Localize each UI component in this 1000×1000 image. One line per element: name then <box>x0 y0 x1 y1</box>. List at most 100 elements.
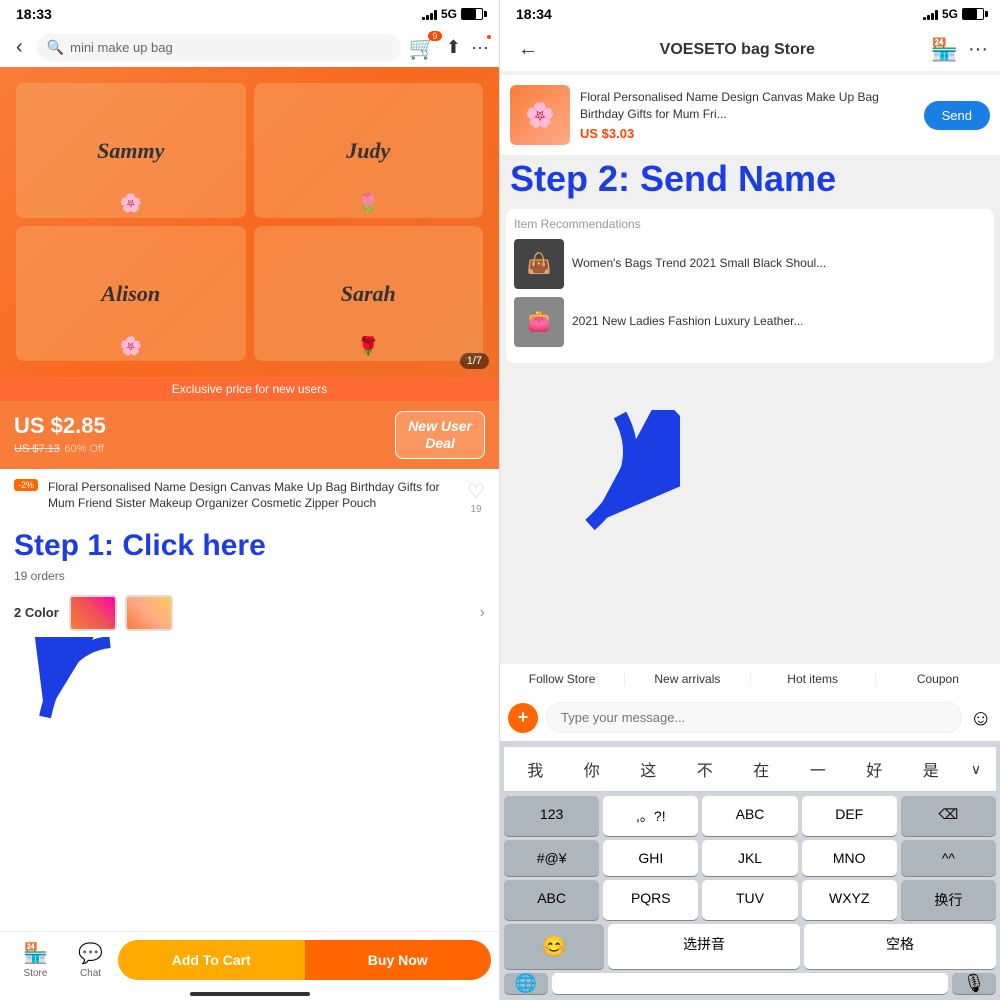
product-card-title: Floral Personalised Name Design Canvas M… <box>580 89 914 123</box>
key-def[interactable]: DEF <box>802 796 897 836</box>
product-info: -2% Floral Personalised Name Design Canv… <box>0 469 499 525</box>
key-wxyz[interactable]: WXYZ <box>802 880 897 920</box>
keyboard-row-2: #@¥ GHI JKL MNO ^^ <box>504 840 996 876</box>
rec-header: Item Recommendations <box>514 217 986 231</box>
store-icon: 🏪 <box>23 941 48 966</box>
cart-badge: 9 <box>428 31 442 41</box>
new-arrivals-tab[interactable]: New arrivals <box>625 672 750 686</box>
rec-item-1[interactable]: 👜 Women's Bags Trend 2021 Small Black Sh… <box>514 239 986 289</box>
quick-char-wo[interactable]: 我 <box>508 753 563 785</box>
store-icon-right[interactable]: 🏪 <box>931 37 958 63</box>
quick-chars-row: 我 你 这 不 在 一 好 是 ∨ <box>504 747 996 792</box>
right-panel: 18:34 5G ← VOESETO bag Store 🏪 ··· 🌸 Flo… <box>500 0 1000 1000</box>
rec-thumb-2: 👛 <box>514 297 564 347</box>
key-abc[interactable]: ABC <box>702 796 797 836</box>
step1-label: Step 1: Click here <box>0 525 499 563</box>
message-input[interactable] <box>546 702 962 733</box>
quick-char-ni[interactable]: 你 <box>565 753 620 785</box>
key-punct[interactable]: ,。?! <box>603 796 698 836</box>
emoji-button[interactable]: ☺ <box>970 705 992 731</box>
delete-key[interactable]: ⌫ <box>901 796 996 836</box>
color-swatch-2[interactable] <box>125 595 173 631</box>
search-bar[interactable]: 🔍 mini make up bag <box>37 34 401 61</box>
wishlist-button[interactable]: ♡ 19 <box>467 479 485 515</box>
quick-char-bu[interactable]: 不 <box>678 753 733 785</box>
left-panel: 18:33 5G ‹ 🔍 mini make up bag 🛒 9 ⬆ ··· <box>0 0 500 1000</box>
original-price: US $7.13 <box>14 443 60 455</box>
colors-label: 2 Color <box>14 605 59 620</box>
key-huanxing[interactable]: 换行 <box>901 880 996 920</box>
network-type: 5G <box>441 7 457 21</box>
left-time: 18:33 <box>16 6 52 22</box>
discount-badge: 60% Off <box>64 443 104 455</box>
key-caret[interactable]: ^^ <box>901 840 996 876</box>
add-to-cart-button[interactable]: Add To Cart <box>118 940 305 980</box>
step2-label: Step 2: Send Name <box>500 155 1000 203</box>
keyboard-rows: 123 ,。?! ABC DEF ⌫ #@¥ GHI JKL MNO ^^ AB… <box>504 796 996 969</box>
rec-item-2[interactable]: 👛 2021 New Ladies Fashion Luxury Leather… <box>514 297 986 347</box>
more-button-right[interactable]: ··· <box>968 38 988 61</box>
wishlist-count: 19 <box>470 504 481 515</box>
store-nav-item[interactable]: 🏪 Store <box>8 933 63 987</box>
bag-item-1: Sammy 🌸 <box>16 83 246 218</box>
bottom-nav: 🏪 Store 💬 Chat Add To Cart Buy Now <box>0 932 499 988</box>
right-network-type: 5G <box>942 7 958 21</box>
battery-icon <box>461 8 483 20</box>
right-back-button[interactable]: ← <box>512 36 544 63</box>
colors-section[interactable]: 2 Color › <box>0 589 499 637</box>
quick-char-shi[interactable]: 是 <box>904 753 959 785</box>
image-counter: 1/7 <box>460 353 489 369</box>
key-123[interactable]: 123 <box>504 796 599 836</box>
send-button[interactable]: Send <box>924 101 990 130</box>
keyboard-space-bottom[interactable] <box>552 973 948 994</box>
price-section: US $2.85 US $7.13 60% Off New UserDeal <box>0 401 499 469</box>
key-space[interactable]: 空格 <box>804 924 996 969</box>
quick-char-zhe[interactable]: 这 <box>621 753 676 785</box>
exclusive-bar: Exclusive price for new users <box>0 377 499 401</box>
right-status-bar: 18:34 5G <box>500 0 1000 28</box>
key-pqrs[interactable]: PQRS <box>603 880 698 920</box>
product-image-area: Sammy 🌸 Judy 🌷 Alison 🌸 Sarah 🌹 1/7 <box>0 67 499 377</box>
right-signal-bars <box>923 8 938 20</box>
key-abc-dark[interactable]: ABC <box>504 880 599 920</box>
coupon-tab[interactable]: Coupon <box>876 672 1000 686</box>
key-jkl[interactable]: JKL <box>702 840 797 876</box>
home-indicator <box>190 992 310 996</box>
rec-title-2: 2021 New Ladies Fashion Luxury Leather..… <box>572 313 803 330</box>
flower-deco-4: 🌹 <box>357 336 379 357</box>
key-ghi[interactable]: GHI <box>603 840 698 876</box>
buy-now-button[interactable]: Buy Now <box>305 940 492 980</box>
quick-char-yi[interactable]: 一 <box>791 753 846 785</box>
quick-char-hao[interactable]: 好 <box>847 753 902 785</box>
back-button[interactable]: ‹ <box>10 34 29 61</box>
color-swatch-1[interactable] <box>69 595 117 631</box>
more-button[interactable]: ··· <box>471 37 489 58</box>
follow-bar: Follow Store New arrivals Hot items Coup… <box>500 664 1000 694</box>
store-label: Store <box>24 968 48 979</box>
chat-icon: 💬 <box>78 941 103 966</box>
expand-button[interactable]: ∨ <box>960 753 992 785</box>
key-symbols[interactable]: #@¥ <box>504 840 599 876</box>
product-card-info: Floral Personalised Name Design Canvas M… <box>580 89 914 142</box>
globe-key[interactable]: 🌐 <box>504 973 548 994</box>
right-status-right: 5G <box>923 7 984 21</box>
key-mno[interactable]: MNO <box>802 840 897 876</box>
step1-arrow <box>20 637 140 737</box>
keyboard: 我 你 这 不 在 一 好 是 ∨ 123 ,。?! ABC DEF ⌫ #@¥… <box>500 741 1000 1000</box>
chat-label: Chat <box>80 968 101 979</box>
heart-icon: ♡ <box>467 479 485 504</box>
chat-nav-item[interactable]: 💬 Chat <box>63 933 118 987</box>
plus-button[interactable]: + <box>508 703 538 733</box>
bag-name-1: Sammy <box>97 138 164 164</box>
mic-key[interactable]: 🎙 <box>952 973 996 994</box>
share-button[interactable]: ⬆ <box>446 37 461 58</box>
follow-store-tab[interactable]: Follow Store <box>500 672 625 686</box>
key-tuv[interactable]: TUV <box>702 880 797 920</box>
hot-items-tab[interactable]: Hot items <box>751 672 876 686</box>
search-text: mini make up bag <box>70 40 173 55</box>
quick-char-zai[interactable]: 在 <box>734 753 789 785</box>
key-emoji-smiley[interactable]: 😊 <box>504 924 604 969</box>
key-xuanpinyin[interactable]: 选拼音 <box>608 924 800 969</box>
cart-button[interactable]: 🛒 9 <box>409 35 436 61</box>
top-nav: ‹ 🔍 mini make up bag 🛒 9 ⬆ ··· <box>0 28 499 67</box>
